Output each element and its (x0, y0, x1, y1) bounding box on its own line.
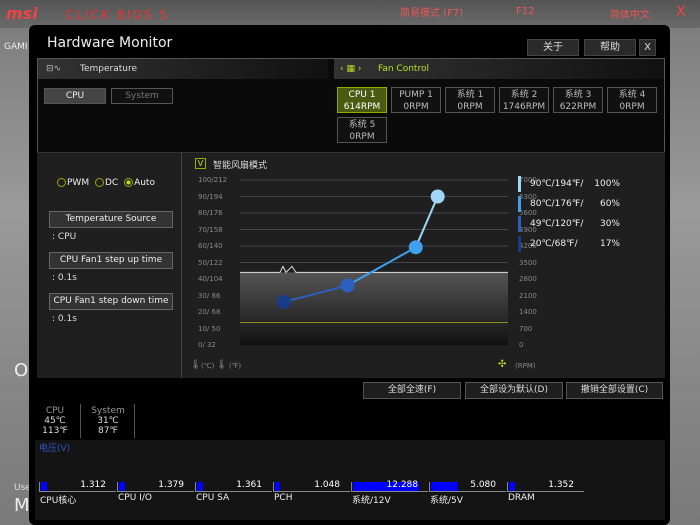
temperature-area (240, 272, 508, 345)
thermometer-icon: 🌡 (216, 360, 228, 370)
legend-swatch (518, 216, 521, 232)
legend-temp: 20℃/68℉/ (530, 239, 578, 249)
voltage-bar: 1.048 (273, 480, 350, 492)
left-tick-label: 0/ 32 (198, 341, 216, 349)
right-tick-label: 1400 (519, 308, 537, 316)
rpm-unit: (RPM) (515, 362, 536, 370)
voltage-bar: 1.379 (117, 480, 194, 492)
curve-point[interactable] (340, 278, 355, 293)
voltage-value: 1.048 (314, 480, 340, 490)
temp-c: 31℃ (97, 416, 119, 426)
left-tick-label: 20/ 68 (198, 308, 221, 316)
voltage-title: 电压(V) (39, 444, 71, 454)
curve-segment (414, 196, 439, 248)
left-tick-label: 60/140 (198, 242, 223, 250)
legend-swatch (518, 236, 521, 252)
voltage-value: 1.352 (548, 480, 574, 490)
voltage-bar: 1.361 (195, 480, 272, 492)
full-speed-button[interactable]: 全部全速(F) (363, 382, 461, 399)
voltage-bar: 1.352 (507, 480, 584, 492)
voltage-fill (509, 482, 515, 491)
temp-name: System (91, 406, 125, 416)
voltage-bar: 12.288 (351, 480, 428, 492)
temp-f: 87℉ (97, 426, 119, 436)
right-tick-label: 700 (519, 324, 533, 333)
voltage-fill (41, 482, 47, 491)
curve-point[interactable] (430, 189, 445, 204)
right-tick-label: 3500 (519, 258, 537, 267)
curve-point[interactable] (408, 240, 423, 255)
voltage-bar: 1.312 (39, 480, 116, 492)
voltage-label: PCH (274, 493, 293, 503)
voltage-fill (197, 482, 203, 491)
legend-temp: 80℃/176℉/ (530, 199, 584, 209)
divider (134, 404, 135, 438)
voltage-value: 1.361 (236, 480, 262, 490)
temp-f: 113℉ (42, 426, 68, 436)
left-tick-label: 40/104 (198, 275, 223, 283)
voltage-value: 1.379 (158, 480, 184, 490)
left-tick-label: 80/176 (198, 209, 223, 217)
voltage-fill (431, 482, 458, 491)
legend-temp: 49℃/120℉/ (530, 219, 584, 229)
legend-swatch (518, 176, 521, 192)
right-tick-label: 2800 (519, 275, 537, 283)
voltage-label: DRAM (508, 493, 535, 503)
legend-swatch (518, 196, 521, 212)
celsius-unit: (℃) (201, 362, 215, 370)
voltage-label: CPU I/O (118, 493, 152, 503)
voltage-value: 1.312 (80, 480, 106, 490)
cpu-temp: CPU 45℃ 113℉ (42, 406, 68, 436)
legend-pct: 17% (599, 239, 620, 249)
voltage-label: 系统/12V (352, 496, 391, 506)
divider (80, 404, 81, 438)
temp-name: CPU (45, 406, 65, 416)
fahrenheit-unit: (℉) (229, 362, 242, 370)
voltage-bar: 5.080 (429, 480, 506, 492)
voltage-label: 系统/5V (430, 496, 463, 506)
voltage-label: CPU核心 (40, 496, 77, 506)
legend-temp: 90℃/194℉/ (530, 179, 584, 189)
thermometer-icon: 🌡 (190, 360, 202, 370)
voltage-label: CPU SA (196, 493, 230, 503)
right-tick-label: 2100 (519, 291, 537, 300)
system-temp: System 31℃ 87℉ (89, 406, 127, 436)
left-tick-label: 100/212 (198, 176, 228, 184)
fan-icon: ✣ (498, 359, 507, 370)
temp-c: 45℃ (44, 416, 66, 426)
left-tick-label: 30/ 86 (198, 291, 221, 300)
left-tick-label: 10/ 50 (198, 324, 221, 333)
left-tick-label: 50/122 (198, 258, 223, 267)
left-tick-label: 70/158 (198, 225, 223, 234)
legend-pct: 30% (599, 219, 620, 229)
set-default-button[interactable]: 全部设为默认(D) (465, 382, 563, 399)
left-tick-label: 90/194 (198, 192, 223, 201)
legend-item: 80℃/176℉/ 60% (518, 196, 620, 212)
voltage-value: 12.288 (386, 480, 419, 490)
legend-pct: 100% (594, 179, 620, 189)
voltage-fill (275, 482, 280, 491)
undo-all-button[interactable]: 撤销全部设置(C) (566, 382, 663, 399)
right-tick-label: 0 (519, 341, 524, 349)
legend-item: 20℃/68℉/ 17% (518, 236, 620, 252)
legend-item: 49℃/120℉/ 30% (518, 216, 620, 232)
legend-pct: 60% (599, 199, 620, 209)
voltage-value: 5.080 (470, 480, 496, 490)
legend-item: 90℃/194℉/ 100% (518, 176, 620, 192)
curve-point[interactable] (276, 294, 291, 309)
voltage-fill (119, 482, 125, 491)
